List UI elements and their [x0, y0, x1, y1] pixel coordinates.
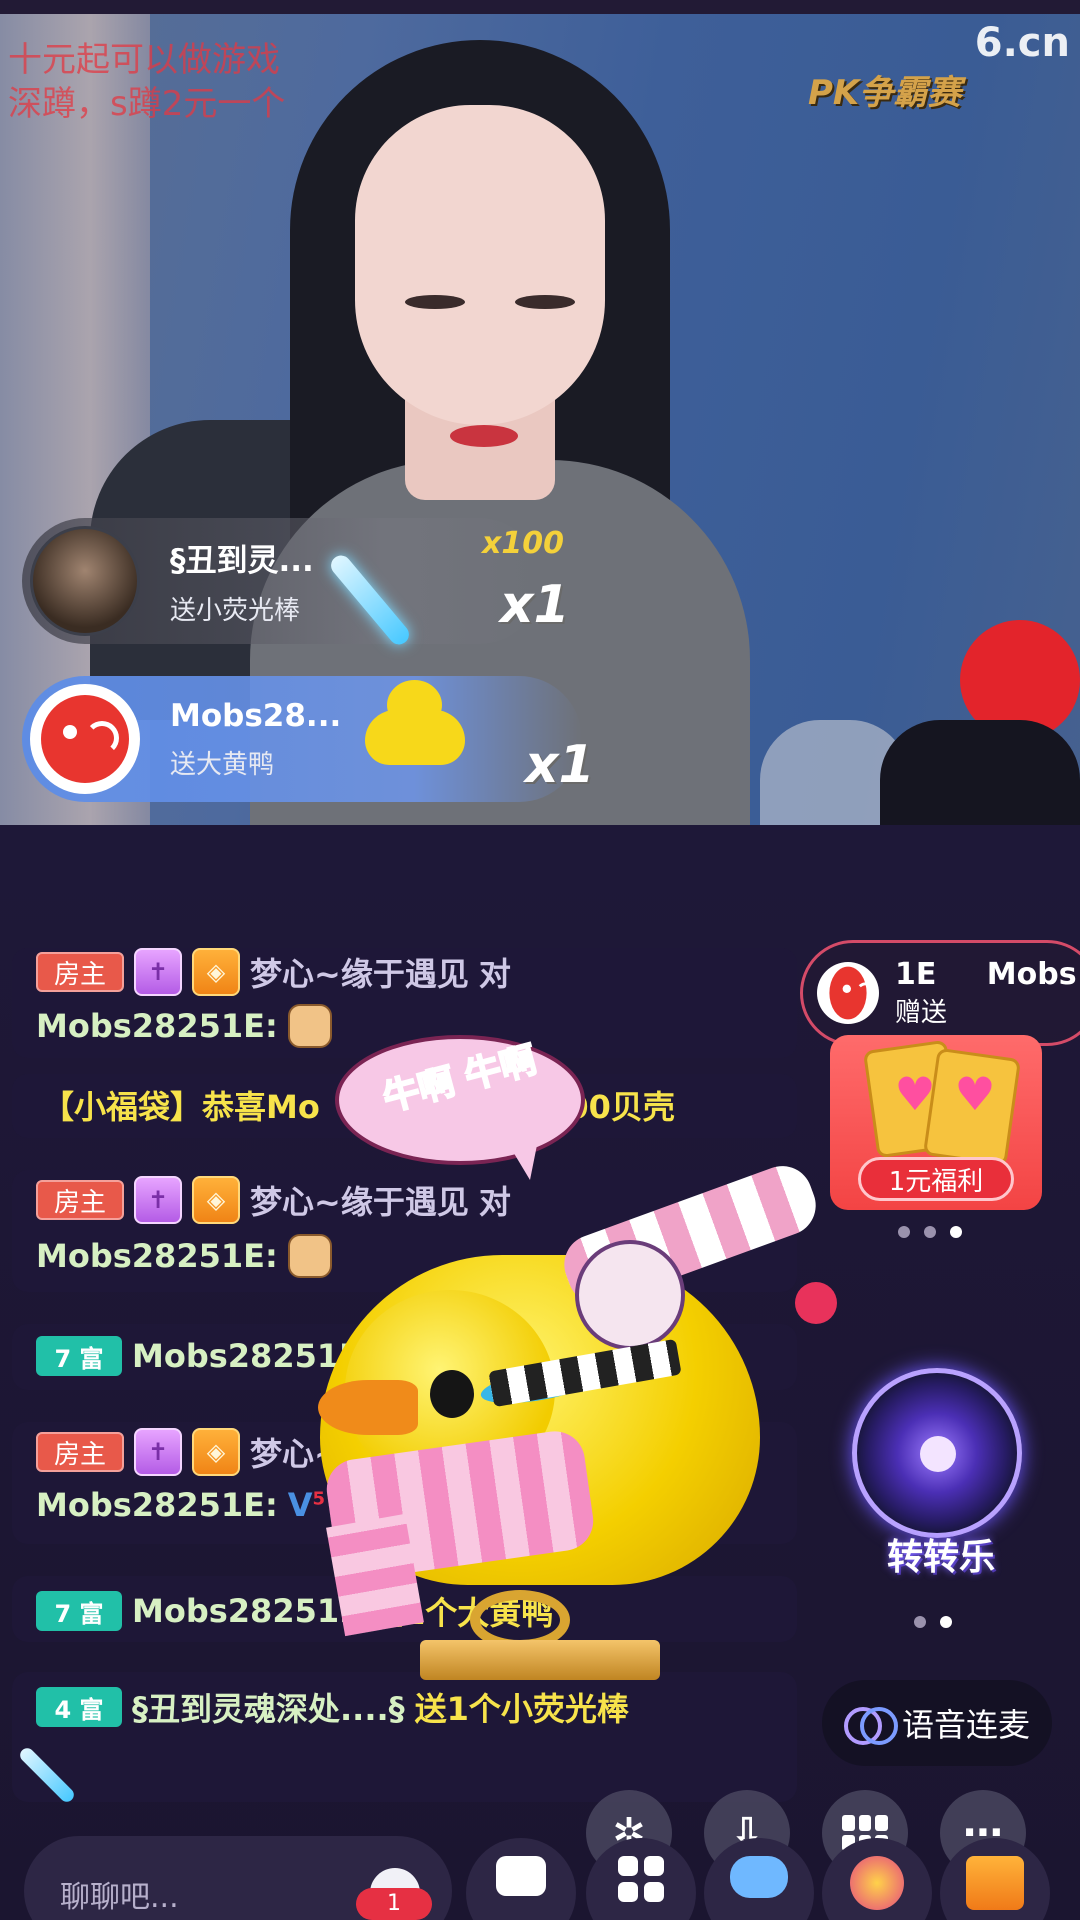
- verb: 对: [478, 955, 511, 993]
- avatar[interactable]: [30, 684, 140, 794]
- target-name[interactable]: Mobs28251E:: [36, 1007, 278, 1045]
- target-name[interactable]: Mobs28251E:: [36, 1486, 278, 1524]
- link-icon: [843, 1707, 898, 1745]
- gift-action: 送小荧光棒: [170, 596, 301, 626]
- duck-eye: [430, 1370, 474, 1418]
- gift-toast[interactable]: 1E Mobs 赠送: [800, 940, 1080, 1046]
- heart-icon: ♥: [954, 1067, 996, 1121]
- chat-bubble-icon: [496, 1856, 546, 1896]
- rich-level-badge: 4 富: [36, 1687, 122, 1727]
- activity-pager: [914, 1616, 952, 1628]
- sender-name[interactable]: §丑到灵魂深处....§: [132, 1684, 405, 1730]
- gift-sender: Mobs28...: [170, 697, 342, 734]
- host-badge: 房主: [36, 1180, 124, 1220]
- rich-level-badge: 7 富: [36, 1591, 122, 1631]
- sender-name[interactable]: Mobs28251E: [132, 1337, 361, 1375]
- brand-logo-icon: [817, 962, 879, 1024]
- promo-line-1: 十元起可以做游戏: [8, 40, 280, 80]
- avatar[interactable]: [30, 526, 140, 636]
- host-badge: 房主: [36, 952, 124, 992]
- jester-hat-ball: [795, 1282, 837, 1324]
- gift-sender: §丑到灵...: [170, 543, 314, 579]
- voice-link-label: 语音连麦: [901, 1706, 1030, 1744]
- host-badge: 房主: [36, 1432, 124, 1472]
- jester-face: [575, 1240, 685, 1350]
- toast-subtitle: 赠送: [895, 998, 948, 1028]
- shield-badge-icon: ◈: [192, 1176, 240, 1224]
- sender-name[interactable]: 梦心~缘于遇见: [250, 1177, 469, 1223]
- voice-link-button[interactable]: 语音连麦: [822, 1680, 1052, 1766]
- pk-label[interactable]: PK争霸赛: [808, 65, 961, 114]
- gift-count: x1: [525, 735, 595, 795]
- live-room-screen: 十元起可以做游戏 深蹲，s蹲2元一个 6.cn PK争霸赛 §丑到灵... 送小…: [0, 0, 1080, 1920]
- eye-left: [405, 295, 465, 309]
- toast-title: 1E Mobs: [895, 957, 1077, 992]
- gift-button[interactable]: [940, 1838, 1050, 1920]
- speech-bubble-tail: [500, 1130, 540, 1180]
- chat-input-placeholder: 聊聊吧...: [60, 1880, 179, 1915]
- target-name[interactable]: Mobs28251E:: [36, 1237, 278, 1275]
- heart-badge-icon: ✝: [134, 1176, 182, 1224]
- list-item[interactable]: 4 富 §丑到灵魂深处....§ 送1个小荧光棒: [12, 1672, 797, 1802]
- shield-badge-icon: ◈: [192, 1428, 240, 1476]
- site-logo: 6.cn: [974, 20, 1070, 66]
- promo-overlay: 十元起可以做游戏 深蹲，s蹲2元一个: [8, 38, 285, 126]
- notification-badge: 1: [356, 1888, 432, 1920]
- banner-pager: [898, 1226, 962, 1238]
- lucky-wheel-icon[interactable]: [852, 1368, 1022, 1538]
- game-button[interactable]: [704, 1838, 814, 1920]
- sender-name[interactable]: Mobs28251E: [132, 1592, 361, 1630]
- duck-beak: [318, 1380, 418, 1435]
- bottom-bar: 聊聊吧...: [0, 1820, 1080, 1920]
- streamer-face: [355, 105, 605, 425]
- message-button[interactable]: [466, 1838, 576, 1920]
- promo-line-2: 深蹲，s蹲2元一个: [8, 84, 286, 124]
- lottery-ball-icon: [850, 1856, 904, 1910]
- gift-icon: [966, 1856, 1024, 1910]
- welfare-banner[interactable]: ♥ ♥ 1元福利: [830, 1035, 1042, 1210]
- menu-button[interactable]: [586, 1838, 696, 1920]
- lottery-button[interactable]: [822, 1838, 932, 1920]
- fist-emoji-icon: [287, 1234, 332, 1278]
- welfare-button[interactable]: 1元福利: [858, 1157, 1014, 1201]
- heart-badge-icon: ✝: [134, 948, 182, 996]
- eye-right: [515, 295, 575, 309]
- gift-message: 送1个小荧光棒: [414, 1690, 629, 1728]
- fist-emoji-icon: [287, 1004, 332, 1048]
- spring-base: [420, 1640, 660, 1680]
- verb: 对: [478, 1183, 511, 1221]
- duck-gift-icon: [365, 680, 465, 770]
- gift-action: 送大黄鸭: [170, 749, 275, 780]
- heart-badge-icon: ✝: [134, 1428, 182, 1476]
- brand-logo-icon: [41, 695, 129, 783]
- gift-multiplier: x100: [482, 526, 564, 561]
- rich-level-badge: 7 富: [36, 1336, 122, 1376]
- gift-count: x1: [500, 575, 570, 635]
- grid-icon: [618, 1856, 664, 1902]
- gamepad-icon: [730, 1856, 788, 1898]
- status-strip: [0, 0, 1080, 14]
- lucky-bag-text: 【小福袋】恭喜Mo: [42, 1088, 320, 1126]
- sender-name[interactable]: 梦心~缘于遇见: [250, 949, 469, 995]
- lips: [450, 425, 518, 447]
- shield-badge-icon: ◈: [192, 948, 240, 996]
- gift-banner[interactable]: §丑到灵... 送小荧光棒: [22, 518, 542, 644]
- level-emoji-icon: V5: [287, 1486, 326, 1524]
- emoji-level-number: 5: [312, 1488, 326, 1510]
- lucky-wheel-label[interactable]: 转转乐: [846, 1528, 1036, 1580]
- gift-banner[interactable]: Mobs28... 送大黄鸭: [22, 676, 582, 802]
- heart-icon: ♥: [894, 1067, 936, 1121]
- plush-toy-body: [880, 720, 1080, 825]
